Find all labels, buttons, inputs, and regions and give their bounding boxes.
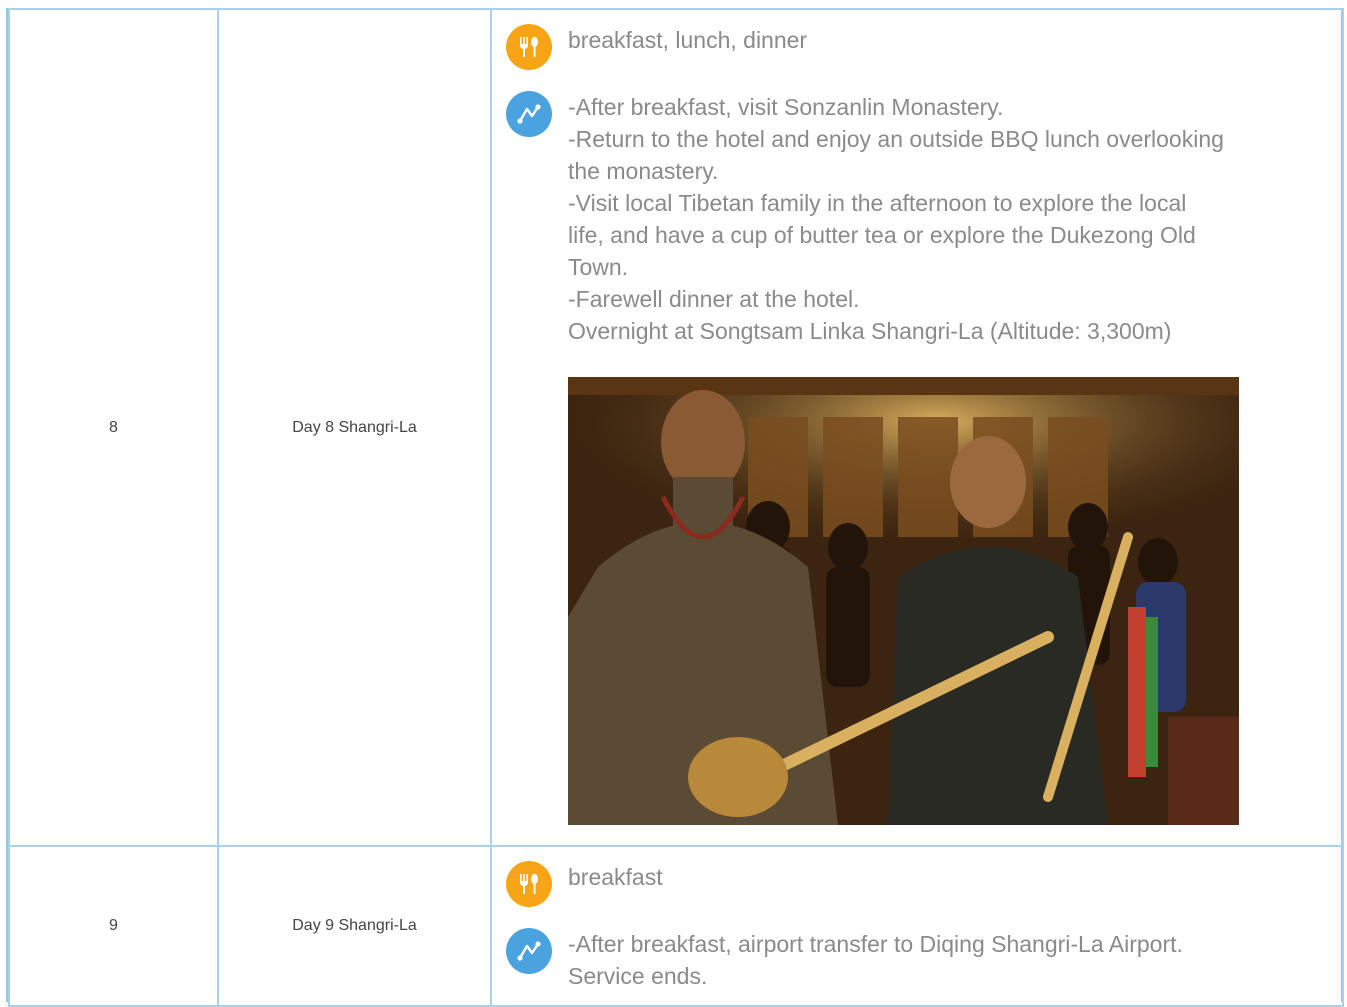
day-title: Day 8 Shangri-La [292,418,417,436]
day-detail-cell: breakfast -After breakfast, airport tran… [490,845,1344,1007]
activity-line: -Return to the hotel and enjoy an outsid… [568,126,1224,184]
itinerary-frame: 8 Day 8 Shangri-La breakfast, lunch, din… [0,0,1347,1007]
activity-line: -After breakfast, visit Sonzanlin Monast… [568,94,1004,120]
activity-line: -Farewell dinner at the hotel. [568,286,860,312]
fork-spoon-icon [506,861,552,907]
activity-line: -Visit local Tibetan family in the after… [568,190,1196,280]
meals-text: breakfast [568,864,663,890]
day-number-cell: 9 [8,845,219,1007]
day-number: 8 [109,418,118,436]
day-number-cell: 8 [8,8,219,847]
table-row: 8 Day 8 Shangri-La breakfast, lunch, din… [8,8,1344,847]
day-detail-cell: breakfast, lunch, dinner -After breakfas… [490,8,1344,847]
day-title: Day 9 Shangri-La [292,917,417,934]
activities-text: -After breakfast, airport transfer to Di… [568,928,1228,992]
activity-line: Overnight at Songtsam Linka Shangri-La (… [568,318,1172,344]
table-row: 9 Day 9 Shangri-La breakfast -After brea… [8,845,1344,1007]
activity-line: Service ends. [568,963,708,989]
fork-spoon-icon [506,24,552,70]
route-icon [506,91,552,137]
day-title-cell: Day 8 Shangri-La [217,8,492,847]
meals-row: breakfast [506,861,1342,907]
activities-row: -After breakfast, visit Sonzanlin Monast… [506,91,1342,347]
day-title-cell: Day 9 Shangri-La [217,845,492,1007]
meals-text: breakfast, lunch, dinner [568,27,808,53]
route-icon [506,928,552,974]
activities-text: -After breakfast, visit Sonzanlin Monast… [568,91,1228,347]
itinerary-table: 8 Day 8 Shangri-La breakfast, lunch, din… [8,8,1344,1007]
tibetan-music-photo [568,377,1239,825]
day-number: 9 [109,917,118,934]
activity-line: -After breakfast, airport transfer to Di… [568,931,1183,957]
meals-row: breakfast, lunch, dinner [506,24,1342,70]
activities-row: -After breakfast, airport transfer to Di… [506,928,1342,992]
